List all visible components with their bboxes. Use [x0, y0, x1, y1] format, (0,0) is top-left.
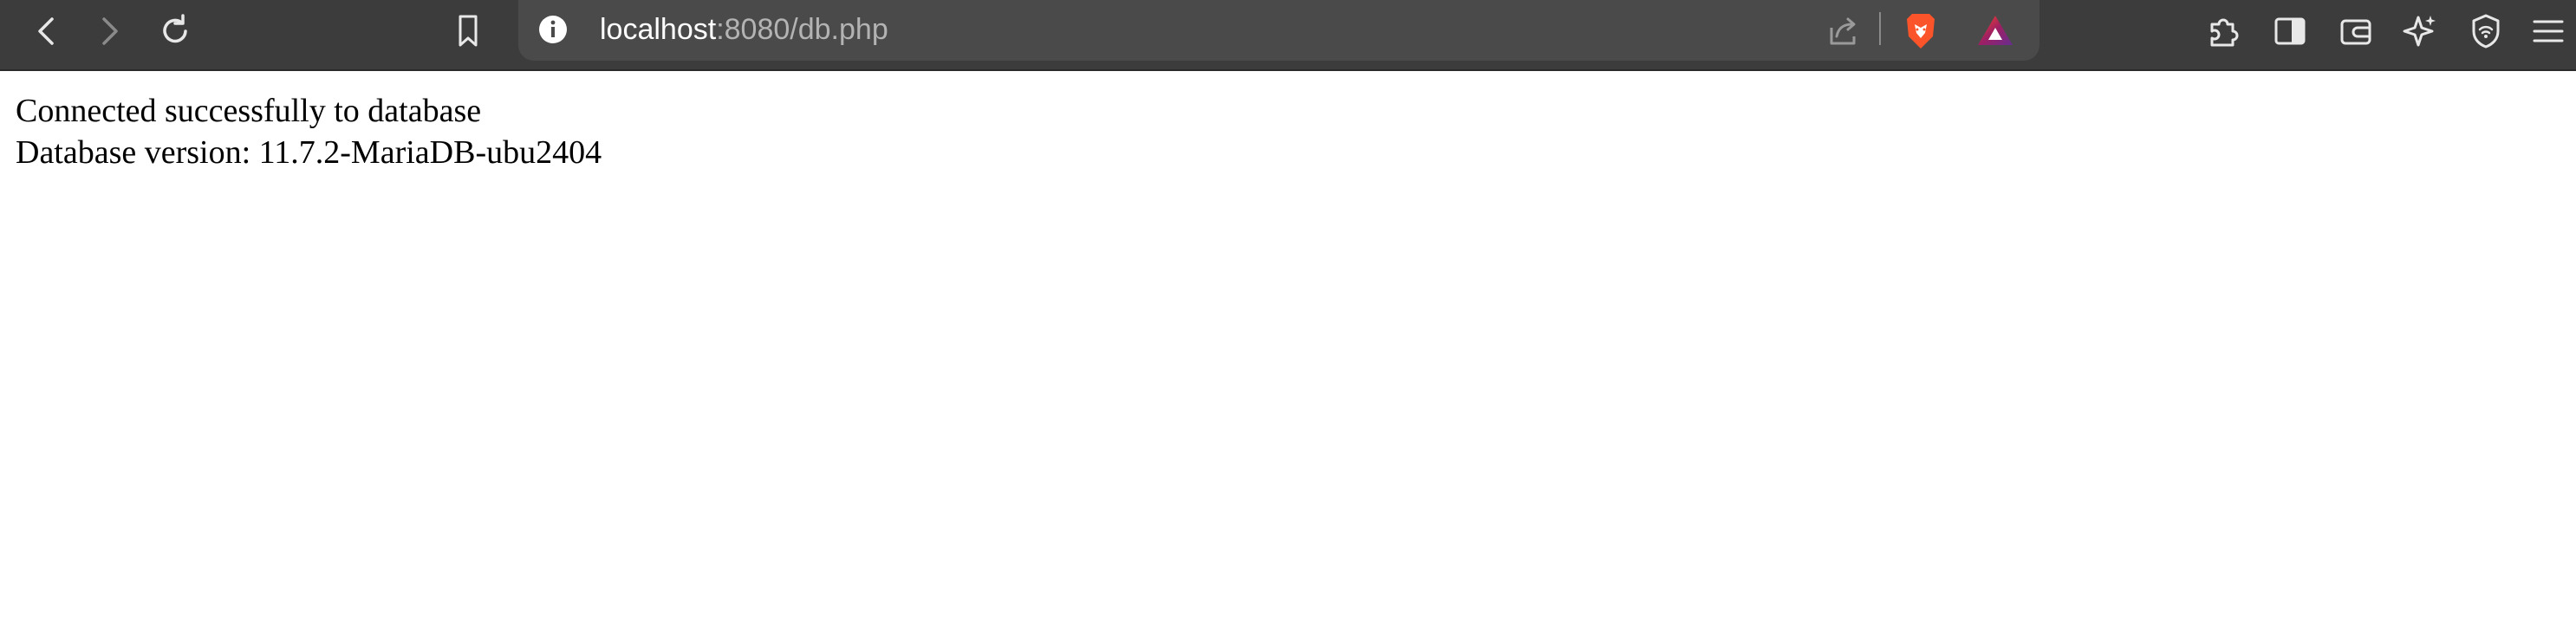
reload-button[interactable]	[149, 5, 201, 57]
share-icon	[1830, 17, 1856, 45]
sidebar-button[interactable]	[2264, 5, 2316, 57]
wallet-button[interactable]	[2330, 5, 2382, 57]
forward-button[interactable]	[83, 5, 135, 57]
vpn-button[interactable]	[2460, 5, 2512, 57]
sidebar-toggle-icon	[2274, 17, 2306, 45]
bookmark-button[interactable]	[442, 5, 494, 57]
page-content: Connected successfully to database Datab…	[16, 90, 602, 173]
menu-button[interactable]	[2522, 5, 2574, 57]
wallet-icon	[2340, 19, 2371, 45]
url-text[interactable]: localhost:8080/db.php	[600, 9, 888, 50]
back-arrow-icon	[38, 17, 54, 45]
forward-arrow-icon	[102, 17, 118, 45]
info-icon[interactable]	[536, 12, 570, 47]
extensions-button[interactable]	[2198, 5, 2250, 57]
urlbar-divider	[1879, 12, 1881, 45]
leo-button[interactable]	[2394, 5, 2446, 57]
share-button[interactable]	[1818, 5, 1870, 57]
reload-icon	[163, 14, 187, 43]
puzzle-piece-icon	[2210, 18, 2239, 47]
bookmark-icon	[459, 15, 478, 47]
back-button[interactable]	[21, 5, 73, 57]
database-version-text: Database version: 11.7.2-MariaDB-ubu2404	[16, 134, 602, 171]
browser-toolbar: localhost:8080/db.php	[0, 0, 2576, 71]
hamburger-menu-icon	[2533, 20, 2564, 42]
brave-rewards-button[interactable]	[1969, 5, 2021, 57]
shield-wifi-icon	[2472, 14, 2500, 49]
connection-status-text: Connected successfully to database	[16, 93, 482, 129]
url-path: :8080/db.php	[716, 13, 888, 46]
sparkle-icon	[2403, 16, 2436, 47]
brave-lion-icon	[1907, 14, 1935, 49]
brave-rewards-triangle-icon	[1978, 16, 2013, 45]
url-host: localhost	[600, 13, 717, 46]
brave-shields-button[interactable]	[1895, 5, 1947, 57]
